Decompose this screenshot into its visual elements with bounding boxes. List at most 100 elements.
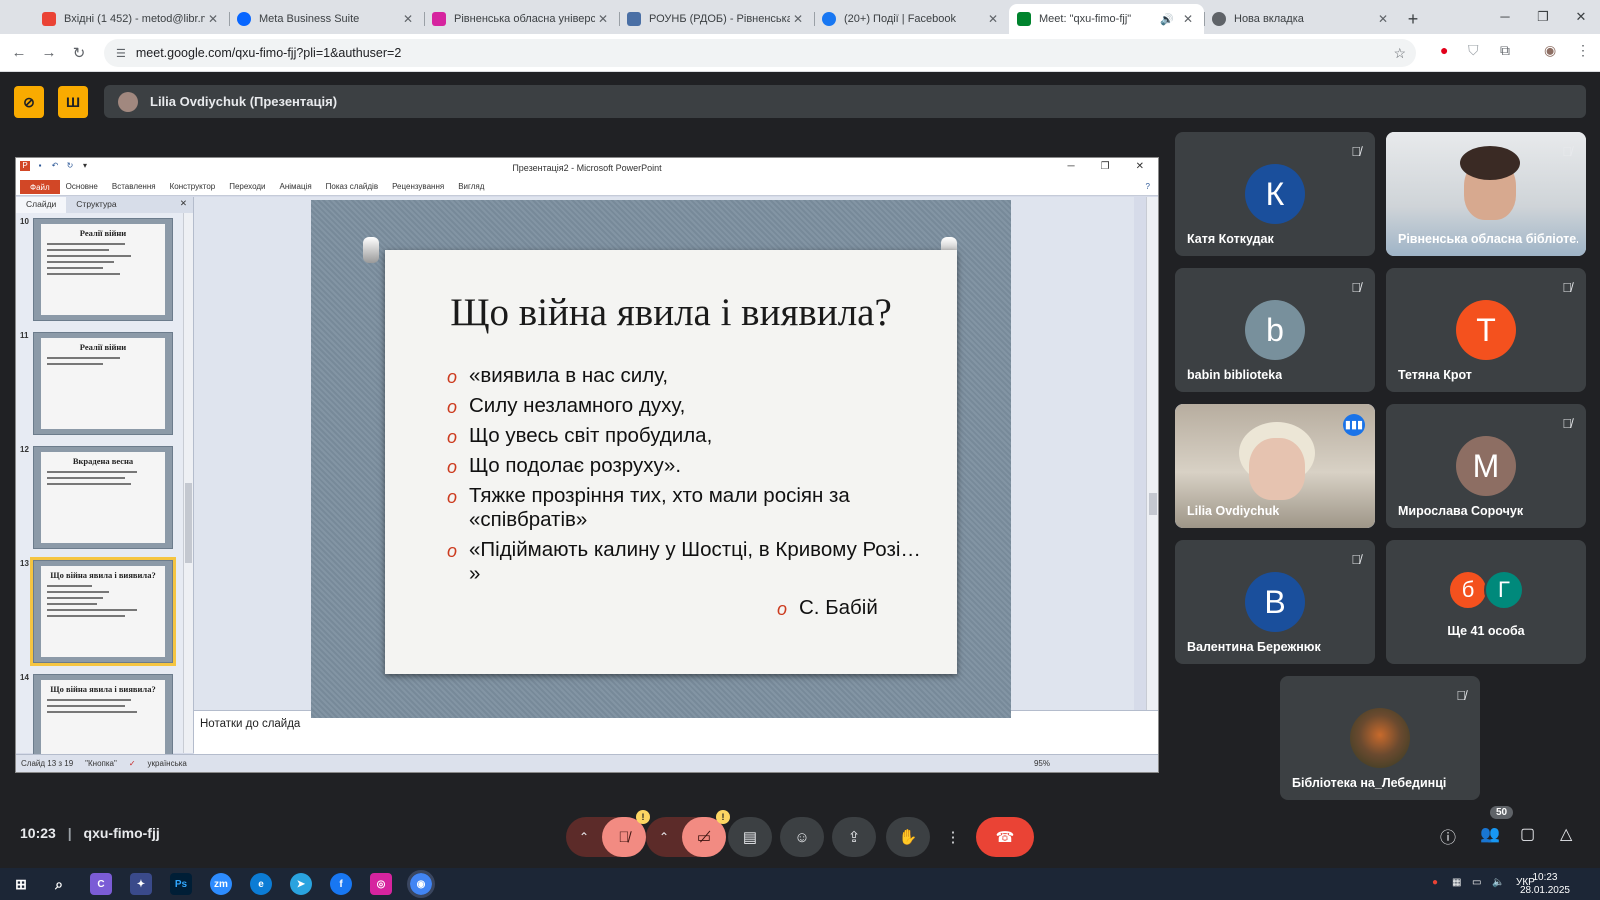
slide-thumbnail[interactable]: 10 Реалії війни: [16, 215, 194, 323]
panel-tab-slides[interactable]: Слайди: [16, 197, 67, 213]
edge-icon[interactable]: e: [250, 873, 272, 895]
current-slide[interactable]: Що війна явила і виявила? o «виявила в на…: [311, 200, 1011, 718]
tab-rounb[interactable]: РОУНБ (РДОБ) - Рівненська обл ✕: [619, 4, 814, 34]
ribbon-tab-transitions[interactable]: Переходи: [229, 182, 265, 191]
present-screen-button[interactable]: ⇪: [832, 817, 876, 857]
close-tab-icon[interactable]: ✕: [400, 12, 416, 26]
ribbon-tab-view[interactable]: Вигляд: [458, 182, 484, 191]
close-tab-icon[interactable]: ✕: [985, 12, 1001, 26]
opera-extension-icon[interactable]: ●: [1440, 42, 1448, 58]
tray-display-icon[interactable]: ▭: [1472, 877, 1481, 888]
browser-menu-icon[interactable]: ⋮: [1576, 42, 1590, 59]
ribbon-tab-design[interactable]: Конструктор: [170, 182, 216, 191]
ribbon-tab-animations[interactable]: Анімація: [279, 182, 311, 191]
ribbon-tab-review[interactable]: Рецензування: [392, 182, 444, 191]
extensions-icon[interactable]: ⧉: [1500, 42, 1510, 59]
tab-new[interactable]: Нова вкладка ✕: [1204, 4, 1399, 34]
close-tab-icon[interactable]: ✕: [1180, 12, 1196, 26]
ppt-minimize-icon[interactable]: ─: [1068, 161, 1075, 172]
windows-start-icon[interactable]: ⊞: [10, 873, 32, 895]
close-tab-icon[interactable]: ✕: [790, 12, 806, 26]
thumbnail-scrollbar[interactable]: [183, 213, 193, 753]
ppt-close-icon[interactable]: ✕: [1136, 161, 1144, 172]
facebook-icon[interactable]: f: [330, 873, 352, 895]
participant-tile-video[interactable]: 🎙̸ Рівненська обласна бібліоте...: [1386, 132, 1586, 256]
slide-thumbnail-selected[interactable]: 13 Що війна явила і виявила?: [16, 557, 194, 666]
close-tab-icon[interactable]: ✕: [205, 12, 221, 26]
close-window-icon[interactable]: ✕: [1562, 0, 1600, 34]
tray-network-icon[interactable]: ▦: [1452, 877, 1461, 888]
system-clock[interactable]: 10:23 28.01.2025: [1520, 871, 1570, 897]
zoom-icon[interactable]: zm: [210, 873, 232, 895]
copilot-icon[interactable]: C: [90, 873, 112, 895]
more-options-button[interactable]: ⋮: [938, 817, 968, 857]
camera-toggle-button[interactable]: ▭̸ !: [682, 810, 730, 857]
instagram-icon[interactable]: ◎: [370, 873, 392, 895]
shield-extension-icon[interactable]: ⛉: [1468, 42, 1479, 59]
participant-tile[interactable]: М 🎙̸ Мирослава Сорочук: [1386, 404, 1586, 528]
telegram-icon[interactable]: ➤: [290, 873, 312, 895]
presenting-banner[interactable]: Lilia Ovdiychuk (Презентація): [104, 85, 1586, 118]
reactions-button[interactable]: ☺: [780, 817, 824, 857]
minimize-icon[interactable]: ─: [1486, 0, 1524, 34]
restore-icon[interactable]: ❐: [1524, 0, 1562, 34]
close-tab-icon[interactable]: ✕: [595, 12, 611, 26]
speaker-icon[interactable]: 🔊: [1160, 13, 1174, 26]
tab-facebook[interactable]: (20+) Події | Facebook ✕: [814, 4, 1009, 34]
new-tab-button[interactable]: +: [1399, 4, 1427, 34]
participant-tile-speaking[interactable]: ▮▮▮ Lilia Ovdiychuk: [1175, 404, 1375, 528]
participant-tile[interactable]: 🎙̸ Бібліотека на_Лебединці: [1280, 676, 1480, 800]
ribbon-tab-slideshow[interactable]: Показ слайдів: [326, 182, 378, 191]
participant-tile[interactable]: b 🎙̸ babin biblioteka: [1175, 268, 1375, 392]
participant-tile[interactable]: Т 🎙̸ Тетяна Крот: [1386, 268, 1586, 392]
spellcheck-icon[interactable]: ✓: [129, 759, 136, 768]
participant-tile[interactable]: К 🎙̸ Катя Коткудак: [1175, 132, 1375, 256]
bookmark-star-icon[interactable]: ☆: [1393, 45, 1406, 62]
slide-thumbnail[interactable]: 11 Реалії війни: [16, 329, 194, 437]
slide-scrollbar[interactable]: [1146, 197, 1158, 710]
app-icon[interactable]: ✦: [130, 873, 152, 895]
site-info-icon[interactable]: ☰: [116, 47, 126, 60]
leave-call-button[interactable]: ☎: [976, 817, 1034, 857]
panel-tab-outline[interactable]: Структура: [66, 197, 126, 213]
tray-app-icon[interactable]: ●: [1432, 877, 1438, 888]
help-icon[interactable]: ?: [1146, 182, 1150, 191]
chat-icon[interactable]: ▢: [1520, 824, 1535, 844]
ribbon-tab-file[interactable]: Файл: [20, 179, 60, 194]
activities-icon[interactable]: △: [1560, 824, 1572, 844]
close-tab-icon[interactable]: ✕: [1375, 12, 1391, 26]
mic-toggle-button[interactable]: 🎙̸ !: [602, 810, 650, 857]
meeting-details-icon[interactable]: ⓘ: [1440, 824, 1456, 848]
chrome-icon[interactable]: ◉: [407, 870, 435, 898]
tab-meet[interactable]: Meet: "qxu-fimo-fjj" 🔊 ✕: [1009, 4, 1204, 34]
scrollbar-thumb[interactable]: [185, 483, 192, 563]
slide-thumbnail[interactable]: 12 Вкрадена весна: [16, 443, 194, 551]
address-bar[interactable]: ☰ meet.google.com/qxu-fimo-fjj?pli=1&aut…: [104, 39, 1416, 67]
participant-tile[interactable]: В 🎙̸ Валентина Бережнюк: [1175, 540, 1375, 664]
close-panel-icon[interactable]: ✕: [174, 197, 193, 213]
tray-volume-icon[interactable]: 🔈: [1492, 877, 1504, 888]
scrollbar-thumb[interactable]: [1149, 493, 1157, 515]
profile-avatar[interactable]: ◉: [1544, 42, 1556, 59]
ribbon-tab-home[interactable]: Основне: [66, 182, 98, 191]
raise-hand-button[interactable]: ✋: [886, 817, 930, 857]
zoom-level[interactable]: 95%: [1034, 759, 1050, 768]
camera-options-chevron-icon[interactable]: ⌃: [646, 830, 682, 844]
people-icon[interactable]: 👥: [1480, 824, 1500, 844]
language-label[interactable]: українська: [148, 759, 187, 768]
tab-meta-business[interactable]: Meta Business Suite ✕: [229, 4, 424, 34]
tab-instagram[interactable]: Рівненська обласна універсальна ✕: [424, 4, 619, 34]
ppt-restore-icon[interactable]: ❐: [1101, 161, 1110, 172]
forward-icon[interactable]: →: [34, 44, 64, 61]
captions-button[interactable]: ▤: [728, 817, 772, 857]
tab-gmail[interactable]: Вхідні (1 452) - metod@libr.rv.ua ✕: [34, 4, 229, 34]
no-camera-icon[interactable]: ⊘: [14, 86, 44, 118]
building-icon[interactable]: Ш: [58, 86, 88, 118]
mic-options-chevron-icon[interactable]: ⌃: [566, 830, 602, 844]
more-participants-tile[interactable]: б Г Ще 41 особа: [1386, 540, 1586, 664]
ribbon-tab-insert[interactable]: Вставлення: [112, 182, 156, 191]
photoshop-icon[interactable]: Ps: [170, 873, 192, 895]
search-icon[interactable]: ⌕: [48, 873, 70, 895]
reload-icon[interactable]: ↻: [64, 44, 94, 62]
back-icon[interactable]: ←: [4, 44, 34, 61]
